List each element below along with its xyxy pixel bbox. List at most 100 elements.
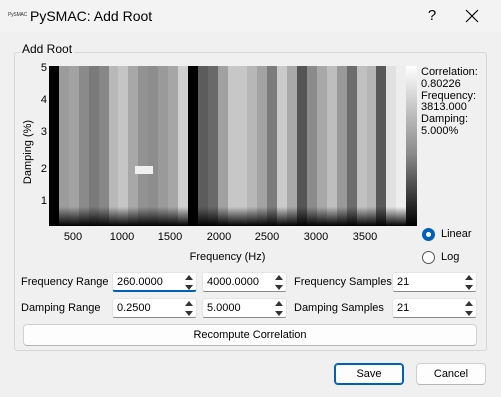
heatmap-column	[217, 66, 228, 226]
spin-up-icon	[185, 275, 193, 280]
heatmap-column	[68, 66, 79, 226]
spin-down-icon	[185, 311, 193, 316]
heatmap-column	[58, 66, 69, 226]
y-tick: 4	[40, 94, 47, 106]
x-tick: 3500	[352, 231, 378, 243]
spin-down-icon	[465, 285, 473, 290]
recompute-correlation-button[interactable]: Recompute Correlation	[23, 324, 477, 346]
damping-samples-input[interactable]: 21	[392, 298, 477, 318]
spin-up-icon	[275, 301, 283, 306]
frequency-min-input[interactable]: 260.0000	[112, 272, 197, 292]
heatmap-column	[366, 66, 377, 226]
heatmap-column	[118, 66, 129, 226]
heatmap-column	[168, 66, 178, 226]
help-button[interactable]: ?	[420, 5, 444, 27]
frequency-range-label: Frequency Range	[21, 276, 109, 288]
heatmap-column	[386, 66, 397, 226]
heatmap-column	[128, 66, 139, 226]
frequency-samples-value: 21	[397, 276, 410, 288]
cancel-button[interactable]: Cancel	[416, 363, 486, 385]
spin-arrows[interactable]	[184, 275, 194, 290]
x-tick: 1000	[109, 231, 135, 243]
frequency-samples-label: Frequency Samples	[294, 276, 392, 288]
spin-arrows[interactable]	[464, 301, 474, 316]
heatmap-column	[267, 66, 278, 226]
x-tick: 3000	[303, 231, 329, 243]
heatmap-column	[158, 66, 169, 226]
linear-radio[interactable]: Linear	[422, 226, 472, 242]
y-tick: 1	[40, 195, 47, 207]
damping-max-input[interactable]: 5.0000	[202, 298, 287, 318]
damping-value: 5.000%	[421, 124, 459, 137]
heatmap-column	[98, 66, 109, 226]
damping-min-input[interactable]: 0.2500	[112, 298, 197, 318]
correlation-heatmap[interactable]	[49, 66, 406, 226]
colorbar	[406, 66, 417, 226]
spin-arrows[interactable]	[274, 301, 284, 316]
app-icon: PySMAC	[8, 12, 28, 18]
correlation-readout: Correlation: 0.80226 Frequency: 3813.000…	[421, 66, 478, 138]
heatmap-column	[336, 66, 347, 226]
correlation-value: 0.80226	[421, 77, 461, 90]
y-tick: 2	[40, 163, 47, 175]
spin-down-icon	[185, 285, 193, 290]
frequency-min-value: 260.0000	[117, 276, 163, 288]
spin-up-icon	[275, 275, 283, 280]
x-tick: 1500	[157, 231, 183, 243]
damping-samples-label: Damping Samples	[294, 302, 384, 314]
radio-checked-icon	[422, 227, 435, 241]
heatmap-column	[257, 66, 268, 226]
damping-range-label: Damping Range	[21, 302, 101, 314]
linear-radio-label: Linear	[441, 228, 472, 240]
y-axis-label: Damping (%)	[22, 119, 34, 185]
heatmap-column	[376, 66, 387, 226]
heatmap-column	[297, 66, 307, 226]
save-button[interactable]: Save	[334, 363, 404, 385]
heatmap-column	[237, 66, 248, 226]
frequency-max-input[interactable]: 4000.0000	[202, 272, 287, 292]
heatmap-column	[306, 66, 317, 226]
frequency-max-value: 4000.0000	[207, 276, 259, 288]
spin-down-icon	[275, 311, 283, 316]
frequency-samples-input[interactable]: 21	[392, 272, 477, 292]
spin-down-icon	[275, 285, 283, 290]
heatmap-column	[277, 66, 288, 226]
x-tick: 2500	[254, 231, 280, 243]
spin-up-icon	[465, 275, 473, 280]
heatmap-column	[177, 66, 188, 226]
close-button[interactable]	[460, 4, 484, 28]
y-tick: 5	[40, 62, 47, 74]
heatmap-column	[49, 66, 59, 226]
heatmap-column	[287, 66, 298, 226]
radio-unchecked-icon	[422, 250, 435, 264]
title-bar: PySMAC PySMAC: Add Root ?	[0, 0, 501, 32]
heatmap-column	[88, 66, 99, 226]
spin-arrows[interactable]	[464, 275, 474, 290]
heatmap-highlight-cell	[135, 166, 154, 175]
heatmap-column	[356, 66, 367, 226]
close-icon	[465, 9, 479, 23]
heatmap-column	[247, 66, 258, 226]
spin-arrows[interactable]	[184, 301, 194, 316]
window-title: PySMAC: Add Root	[30, 8, 153, 24]
spin-up-icon	[465, 301, 473, 306]
heatmap-column	[326, 66, 337, 226]
group-title: Add Root	[20, 42, 75, 56]
damping-min-value: 0.2500	[117, 302, 151, 314]
log-radio[interactable]: Log	[422, 249, 459, 265]
spin-arrows[interactable]	[274, 275, 284, 290]
heatmap-column	[207, 66, 218, 226]
heatmap-column	[396, 66, 406, 226]
log-radio-label: Log	[441, 251, 460, 263]
damping-samples-value: 21	[397, 302, 410, 314]
damping-max-value: 5.0000	[207, 302, 241, 314]
x-tick: 500	[63, 231, 83, 243]
spin-down-icon	[465, 311, 473, 316]
x-axis-label: Frequency (Hz)	[189, 251, 266, 263]
heatmap-column	[346, 66, 357, 226]
heatmap-column	[148, 66, 159, 226]
x-tick: 2000	[206, 231, 232, 243]
heatmap-column	[138, 66, 149, 226]
heatmap-column	[108, 66, 119, 226]
heatmap-column	[227, 66, 238, 226]
